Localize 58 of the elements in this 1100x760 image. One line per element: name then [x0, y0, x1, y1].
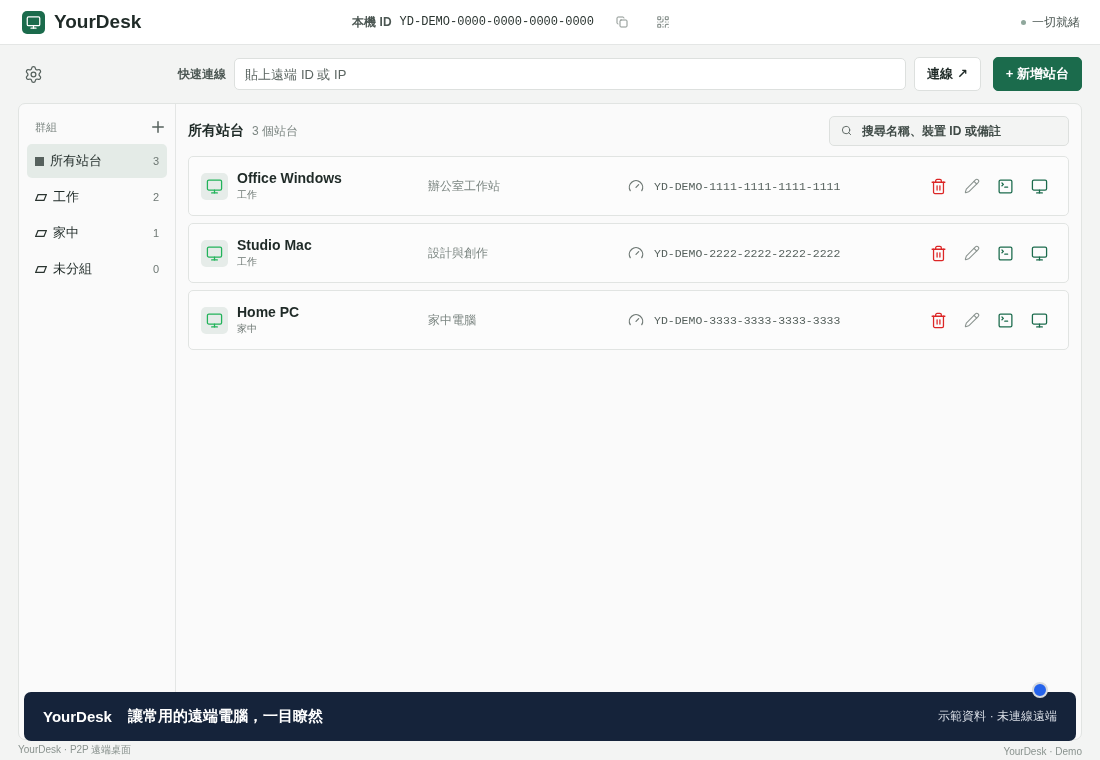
banner-headline: 讓常用的遠端電腦，一目瞭然 [127, 707, 323, 726]
site-id: YD-DEMO-1111-1111-1111-1111 [654, 179, 841, 193]
gauge-icon [628, 178, 644, 194]
status-text: 一切就緒 [1021, 13, 1080, 31]
site-row[interactable]: Home PC 家中 家中電腦 YD-DEMO-3333-3333-3333-3333 [188, 290, 1069, 350]
logo-icon [22, 10, 45, 34]
edit-icon[interactable] [964, 244, 980, 261]
gauge-icon [628, 245, 644, 261]
app-name: YourDesk [54, 11, 142, 33]
site-id: YD-DEMO-2222-2222-2222-2222 [654, 246, 841, 260]
site-count: 3 個站台 [252, 122, 298, 140]
device-id: YD-DEMO-0000-0000-0000-0000 [399, 15, 595, 29]
delete-icon[interactable] [930, 311, 947, 329]
footer-text: YourDesk · P2P 遠端桌面 [18, 743, 132, 757]
group-item[interactable]: 未分組 0 [27, 252, 167, 286]
sidebar-title: 群組 [35, 119, 57, 135]
site-name: Studio Mac [237, 237, 313, 253]
gauge-icon [628, 312, 644, 328]
group-item[interactable]: 所有站台 3 [27, 144, 167, 178]
edit-icon[interactable] [964, 311, 980, 328]
quick-connect-label: 快速連線 [178, 65, 227, 83]
site-id: YD-DEMO-3333-3333-3333-3333 [654, 313, 841, 327]
banner-brand: YourDesk [43, 708, 112, 725]
terminal-icon[interactable] [997, 244, 1014, 262]
site-group: 工作 [237, 188, 428, 202]
banner-note: 示範資料 · 未連線遠端 [938, 708, 1057, 725]
site-note: 辦公室工作站 [428, 177, 501, 195]
monitor-icon [201, 306, 228, 334]
delete-icon[interactable] [930, 177, 947, 195]
site-row[interactable]: Office Windows 工作 辦公室工作站 YD-DEMO-1111-1111-1111-1111 [188, 156, 1069, 216]
add-group-icon[interactable] [149, 118, 167, 136]
device-id-label: 本機 ID [352, 13, 392, 31]
remote-desktop-icon[interactable] [1031, 244, 1048, 262]
site-note: 設計與創作 [428, 244, 489, 262]
edit-icon[interactable] [964, 177, 980, 194]
add-site-button[interactable]: + 新增站台 [992, 57, 1082, 91]
monitor-icon [201, 172, 228, 200]
site-name: Home PC [237, 304, 301, 320]
group-item[interactable]: 家中 1 [27, 216, 167, 250]
site-note: 家中電腦 [428, 311, 477, 329]
search-field[interactable]: 搜尋名稱、裝置 ID 或備註 [829, 116, 1069, 146]
site-group: 家中 [237, 322, 428, 336]
terminal-icon[interactable] [997, 177, 1014, 195]
site-group: 工作 [237, 255, 428, 269]
qr-code-icon[interactable] [656, 15, 671, 29]
remote-desktop-icon[interactable] [1031, 311, 1048, 329]
site-name: Office Windows [237, 170, 343, 186]
list-title: 所有站台 [188, 122, 244, 140]
group-item[interactable]: 工作 2 [27, 180, 167, 214]
remote-id-field[interactable]: 貼上遠端 ID 或 IP [234, 58, 907, 90]
connect-button[interactable]: 連線 ↗ [914, 57, 981, 91]
delete-icon[interactable] [930, 244, 947, 262]
monitor-icon [201, 239, 228, 267]
settings-icon[interactable] [24, 64, 43, 84]
footer-text: YourDesk · Demo [1003, 746, 1082, 757]
remote-desktop-icon[interactable] [1031, 177, 1048, 195]
site-row[interactable]: Studio Mac 工作 設計與創作 YD-DEMO-2222-2222-2222-2222 [188, 223, 1069, 283]
terminal-icon[interactable] [997, 311, 1014, 329]
